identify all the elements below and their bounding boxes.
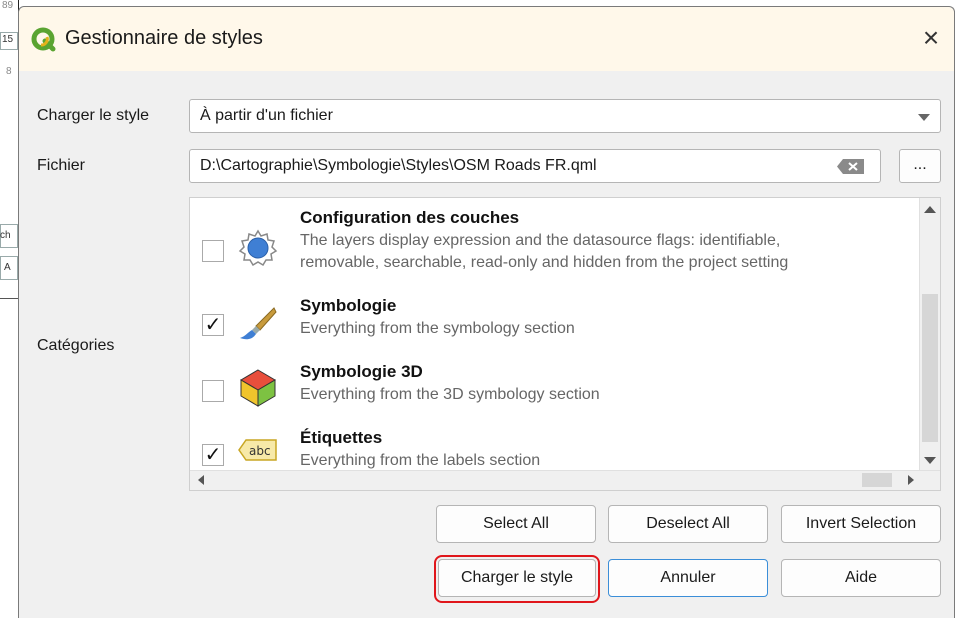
scroll-down-icon[interactable]: [924, 457, 936, 464]
list-item: ✓ abc Étiquettes Everything from the lab…: [190, 424, 920, 474]
category-description: Everything from the symbology section: [300, 320, 575, 337]
deselect-all-button[interactable]: Deselect All: [608, 505, 768, 543]
category-title: Symbologie: [300, 296, 397, 315]
file-path-value: D:\Cartographie\Symbologie\Styles\OSM Ro…: [200, 157, 597, 174]
select-all-button[interactable]: Select All: [436, 505, 596, 543]
load-style-select[interactable]: À partir d'un fichier: [189, 99, 941, 133]
category-description: removable, searchable, read-only and hid…: [300, 254, 789, 271]
list-item: Symbologie 3D Everything from the 3D sym…: [190, 358, 920, 428]
background-text: A: [4, 262, 11, 273]
title-bar: Gestionnaire de styles ×: [19, 7, 954, 71]
cube-icon: [240, 369, 276, 407]
category-title: Étiquettes: [300, 428, 383, 447]
horizontal-scrollbar[interactable]: [190, 470, 940, 490]
category-checkbox[interactable]: [202, 380, 224, 402]
paintbrush-icon: [240, 307, 277, 340]
browse-button[interactable]: ...: [899, 149, 941, 183]
dialog-title: Gestionnaire de styles: [65, 27, 263, 49]
list-item: Configuration des couches The layers dis…: [190, 206, 920, 276]
close-button[interactable]: ×: [914, 21, 948, 55]
highlight-annotation: [434, 555, 600, 603]
background-text: 15: [2, 34, 14, 45]
category-description: Everything from the labels section: [300, 452, 541, 469]
categories-label: Catégories: [37, 337, 115, 354]
scroll-right-icon[interactable]: [908, 475, 914, 485]
clear-input-icon[interactable]: [836, 158, 866, 175]
file-label: Fichier: [37, 157, 86, 174]
list-item: ✓ Symbologie Everything from the symbolo…: [190, 292, 920, 362]
category-title: Configuration des couches: [300, 208, 520, 227]
category-description: The layers display expression and the da…: [300, 232, 781, 249]
gear-icon: [238, 229, 278, 267]
background-text: ch: [0, 230, 11, 241]
background-text: 89: [2, 0, 14, 11]
vertical-scrollbar[interactable]: [919, 198, 940, 472]
scrollbar-thumb[interactable]: [862, 473, 892, 487]
svg-text:abc: abc: [249, 444, 271, 458]
abc-label-icon: abc: [238, 439, 277, 461]
background-divider: [0, 298, 18, 299]
load-style-value: À partir d'un fichier: [200, 107, 333, 124]
chevron-down-icon: [918, 114, 930, 121]
load-style-label: Charger le style: [37, 107, 150, 124]
categories-list[interactable]: Configuration des couches The layers dis…: [189, 197, 941, 491]
category-checkbox[interactable]: ✓: [202, 314, 224, 336]
invert-selection-button[interactable]: Invert Selection: [781, 505, 941, 543]
category-title: Symbologie 3D: [300, 362, 423, 381]
background-text: 8: [6, 66, 12, 77]
category-description: Everything from the 3D symbology section: [300, 386, 600, 403]
category-checkbox[interactable]: [202, 240, 224, 262]
style-manager-dialog: Gestionnaire de styles × Charger le styl…: [18, 6, 955, 618]
help-button[interactable]: Aide: [781, 559, 941, 597]
scrollbar-thumb[interactable]: [922, 294, 938, 442]
category-checkbox[interactable]: ✓: [202, 444, 224, 466]
scroll-left-icon[interactable]: [198, 475, 204, 485]
cancel-button[interactable]: Annuler: [608, 559, 768, 597]
qgis-logo-icon: [31, 27, 56, 52]
scroll-up-icon[interactable]: [924, 206, 936, 213]
file-path-input[interactable]: D:\Cartographie\Symbologie\Styles\OSM Ro…: [189, 149, 881, 183]
